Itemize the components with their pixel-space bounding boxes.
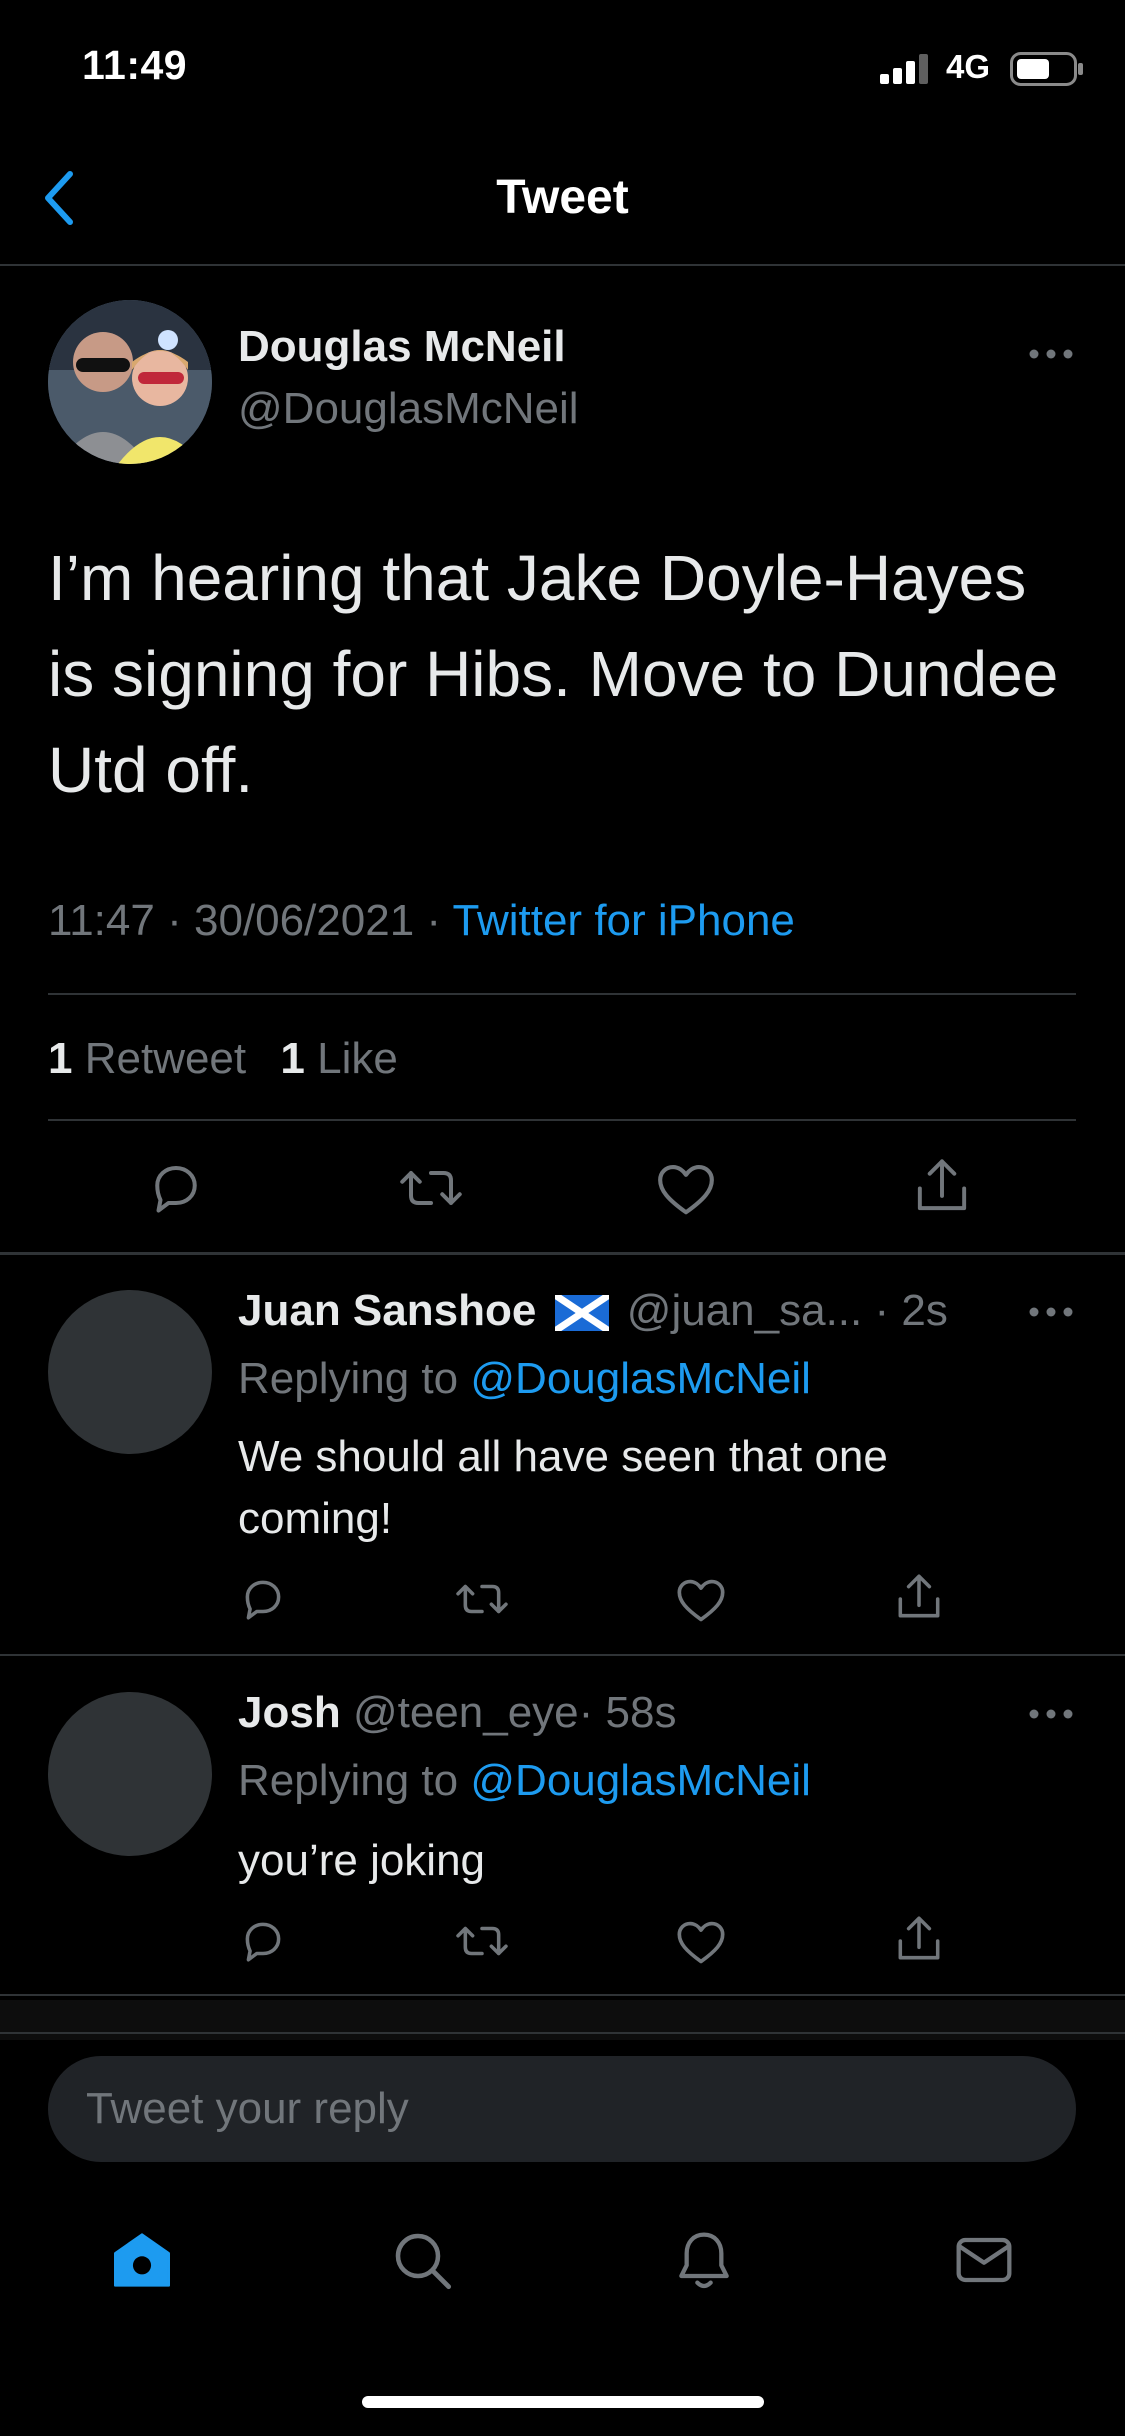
reply-text: We should all have seen that one coming!	[238, 1432, 888, 1543]
avatar[interactable]	[48, 1692, 212, 1856]
tab-messages[interactable]	[952, 2228, 1016, 2292]
share-icon	[898, 1574, 940, 1618]
retweet-icon	[400, 1171, 462, 1205]
divider	[0, 1654, 1125, 1656]
retweet-button[interactable]	[454, 1574, 510, 1624]
tweet-meta: 11:47 · 30/06/2021 · Twitter for iPhone	[48, 896, 795, 946]
reply-button[interactable]	[238, 1916, 288, 1966]
likes-link[interactable]: 1 Like	[280, 1034, 397, 1083]
signal-icon	[880, 54, 932, 84]
mail-icon	[956, 2237, 1012, 2283]
retweets-link[interactable]: 1 Retweet	[48, 1034, 246, 1083]
reply-icon	[155, 1166, 197, 1213]
replying-to-link[interactable]: @DouglasMcNeil	[470, 1354, 811, 1403]
reply-header: Josh @teen_eye· 58s	[238, 1688, 676, 1738]
retweet-button[interactable]	[398, 1158, 464, 1218]
tweet-date: 30/06/2021	[193, 896, 415, 945]
avatar[interactable]	[48, 1290, 212, 1454]
share-button[interactable]	[894, 1912, 944, 1966]
reply-icon	[245, 1922, 281, 1962]
network-type: 4G	[946, 48, 991, 85]
heart-icon	[677, 1579, 725, 1622]
more-button[interactable]	[1026, 1704, 1076, 1724]
replying-to-link[interactable]: @DouglasMcNeil	[470, 1756, 811, 1805]
like-button[interactable]	[655, 1160, 717, 1218]
share-icon	[898, 1916, 940, 1960]
composer-separator	[0, 2000, 1125, 2040]
heart-icon	[658, 1164, 714, 1215]
bell-icon	[679, 2232, 729, 2289]
divider	[48, 993, 1076, 995]
reply-author-handle[interactable]: @teen_eye	[353, 1688, 579, 1737]
more-icon	[1029, 349, 1073, 359]
replying-to: Replying to @DouglasMcNeil	[238, 1354, 811, 1404]
replying-to: Replying to @DouglasMcNeil	[238, 1756, 811, 1806]
share-button[interactable]	[912, 1154, 972, 1218]
tab-notifications[interactable]	[672, 2228, 736, 2292]
reply-icon	[245, 1580, 281, 1620]
tab-home[interactable]	[110, 2228, 174, 2292]
replying-label: Replying to	[238, 1756, 459, 1805]
author-handle[interactable]: @DouglasMcNeil	[238, 384, 579, 434]
scotland-flag-icon	[554, 1295, 609, 1331]
status-time: 11:49	[82, 42, 188, 88]
tab-search[interactable]	[390, 2228, 454, 2292]
search-icon	[395, 2233, 452, 2290]
like-button[interactable]	[675, 1918, 727, 1966]
tweet-text: I’m hearing that Jake Doyle-Hayes is sig…	[48, 542, 1059, 806]
reply-input-placeholder: Tweet your reply	[86, 2084, 409, 2133]
more-icon	[1029, 1307, 1073, 1317]
more-button[interactable]	[1026, 1302, 1076, 1322]
like-button[interactable]	[675, 1576, 727, 1624]
retweet-icon	[456, 1584, 508, 1614]
author-name[interactable]: Douglas McNeil	[238, 322, 566, 372]
avatar[interactable]	[48, 300, 212, 464]
heart-icon	[677, 1921, 725, 1964]
reply-button[interactable]	[238, 1574, 288, 1624]
engagement-counts: 1 Retweet 1 Like	[48, 1034, 398, 1084]
battery-icon	[1010, 52, 1084, 86]
reply-author-handle[interactable]: @juan_sa...	[627, 1286, 862, 1335]
page-title: Tweet	[496, 171, 629, 224]
tweet-time: 11:47	[48, 896, 155, 945]
reply-time: · 2s	[874, 1286, 948, 1335]
divider	[48, 1119, 1076, 1121]
meta-separator: ·	[167, 896, 182, 945]
retweet-button[interactable]	[454, 1916, 510, 1966]
share-icon	[917, 1159, 967, 1211]
like-count: 1	[280, 1034, 305, 1083]
home-icon	[114, 2233, 170, 2287]
like-label: Like	[317, 1034, 398, 1083]
share-button[interactable]	[894, 1570, 944, 1624]
more-icon	[1029, 1709, 1073, 1719]
section-divider	[0, 1252, 1125, 1255]
home-indicator[interactable]	[362, 2396, 764, 2408]
retweet-count: 1	[48, 1034, 73, 1083]
reply-author-name[interactable]: Juan Sanshoe	[238, 1286, 536, 1335]
header-divider	[0, 264, 1125, 266]
retweet-label: Retweet	[84, 1034, 247, 1083]
retweet-icon	[456, 1926, 508, 1956]
reply-text: you’re joking	[238, 1836, 486, 1885]
composer-divider	[0, 2032, 1125, 2034]
reply-author-name[interactable]: Josh	[238, 1688, 341, 1737]
tweet-source-link[interactable]: Twitter for iPhone	[453, 896, 795, 945]
reply-button[interactable]	[146, 1158, 206, 1218]
divider	[0, 1994, 1125, 1996]
meta-separator: ·	[426, 896, 442, 945]
reply-header: Juan Sanshoe @juan_sa... · 2s	[238, 1286, 948, 1336]
more-button[interactable]	[1026, 344, 1076, 364]
reply-time: · 58s	[578, 1688, 677, 1737]
replying-label: Replying to	[238, 1354, 459, 1403]
